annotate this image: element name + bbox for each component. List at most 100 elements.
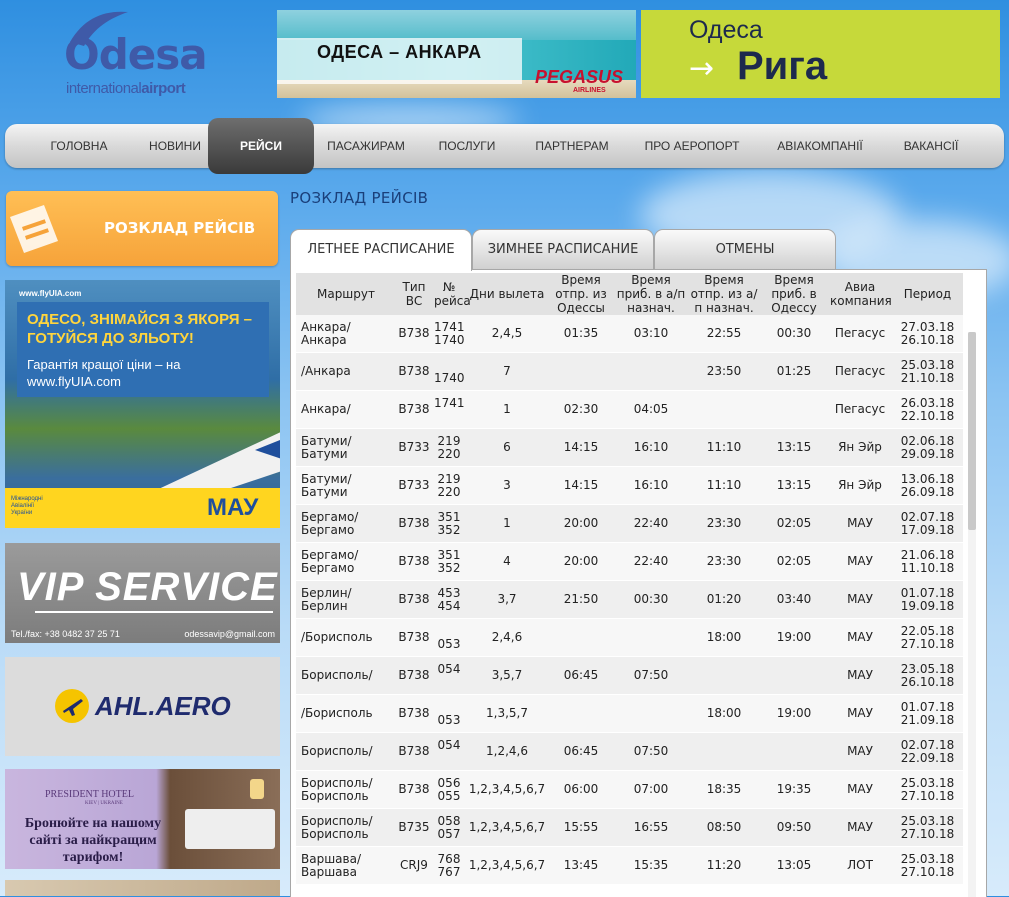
period-cell-line: 23.05.18 <box>900 661 955 676</box>
route-cell: Анкара/ <box>296 390 396 429</box>
dep-dest-cell <box>688 390 760 429</box>
nav-item-partners[interactable]: ПАРТНЕРАМ <box>525 124 619 168</box>
days-cell: 1,2,3,4,5,6,7 <box>466 770 548 809</box>
flight-number-cell-line <box>434 410 464 423</box>
period-cell-line: 13.06.18 <box>900 471 955 486</box>
nav-item-home[interactable]: ГОЛОВНА <box>35 124 123 168</box>
nav-item-vacancies[interactable]: ВАКАНСІЇ <box>889 124 973 168</box>
logo-subtitle: internationalairport <box>66 80 186 97</box>
dep-dest-cell: 11:10 <box>688 428 760 467</box>
flight-number-cell-line: 1741 <box>434 319 465 334</box>
route-cell: /Борисполь <box>296 618 396 657</box>
hotel-name: PRESIDENT HOTEL <box>45 789 134 800</box>
nav-item-airlines[interactable]: АВІАКОМПАНІЇ <box>765 124 875 168</box>
airport-logo[interactable]: Odesa internationalairport <box>64 11 224 102</box>
period-cell-line: 26.10.18 <box>900 674 955 689</box>
arr-dest-cell <box>614 694 688 733</box>
dep-dest-cell: 23:50 <box>688 352 760 391</box>
arr-dest-cell: 16:10 <box>614 428 688 467</box>
schedule-panel: Маршрут Тип ВС № рейса Дни вылета Время отпр… <box>290 269 987 897</box>
dep-dest-cell: 23:30 <box>688 504 760 543</box>
table-row: Варшава/ Варшава CRJ9 768 767 1,2,3,4,5,6,7 1… <box>296 846 963 885</box>
aircraft-cell: B738 <box>396 390 432 429</box>
nav-item-news[interactable]: НОВИНИ <box>133 124 217 168</box>
days-cell: 4 <box>466 542 548 581</box>
arr-dest-cell: 07:50 <box>614 656 688 695</box>
flight-number-cell: 053 <box>432 618 466 657</box>
days-cell: 1 <box>466 504 548 543</box>
dep-odessa-cell: 06:45 <box>548 656 614 695</box>
pegasus-logo-sub: AIRLINES <box>573 87 606 94</box>
flight-number-cell-line: 1741 <box>434 395 465 410</box>
period-cell: 13.06.18 26.09.18 <box>892 466 963 505</box>
period-cell: 25.03.18 27.10.18 <box>892 770 963 809</box>
column-header: Тип ВС <box>396 273 432 315</box>
nav-item-passengers[interactable]: ПАСАЖИРАМ <box>315 124 417 168</box>
ad-uia-textbox: ОДЕСО, ЗНІМАЙСЯ З ЯКОРЯ – ГОТУЙСЯ ДО ЗЛЬ… <box>17 302 269 397</box>
dep-odessa-cell: 02:30 <box>548 390 614 429</box>
main-nav: ГОЛОВНА НОВИНИ РЕЙСИ ПАСАЖИРАМ ПОСЛУГИ П… <box>5 118 1004 174</box>
tab-winter-schedule[interactable]: ЗИМНЕЕ РАСПИСАНИЕ <box>472 229 654 270</box>
table-header-row: Маршрут Тип ВС № рейса Дни вылета Время отпр… <box>296 273 963 315</box>
flight-number-cell-line: 220 <box>437 446 461 461</box>
ad-president-hotel[interactable]: PRESIDENT HOTEL KIEV | UKRAINE Бронюйте … <box>5 769 280 869</box>
nav-item-services[interactable]: ПОСЛУГИ <box>425 124 509 168</box>
ad-banner-partial[interactable] <box>5 880 280 896</box>
aircraft-cell: B738 <box>396 618 432 657</box>
page-title: РОЗКЛАД РЕЙСІВ <box>290 189 429 207</box>
arr-odessa-cell: 02:05 <box>760 542 828 581</box>
aircraft-cell: B738 <box>396 580 432 619</box>
days-cell: 2,4,5 <box>466 315 548 353</box>
vip-divider <box>35 611 273 613</box>
ad-ahl-aero[interactable]: AHL.AERO <box>5 657 280 756</box>
flight-number-cell: 054 <box>432 732 466 771</box>
bed-image <box>185 809 275 849</box>
period-cell: 01.07.18 19.09.18 <box>892 580 963 619</box>
tab-cancellations[interactable]: ОТМЕНЫ <box>654 229 836 270</box>
airline-cell: МАУ <box>828 580 892 619</box>
table-row: Бергамо/ Бергамо B738 351 352 1 20:00 22:40 23:… <box>296 504 963 543</box>
dep-dest-cell: 18:00 <box>688 618 760 657</box>
nav-item-about[interactable]: ПРО АЕРОПОРТ <box>635 124 749 168</box>
aircraft-cell: B733 <box>396 428 432 467</box>
ad-banner-ankara[interactable]: ОДЕСА – АНКАРА PEGASUS AIRLINES <box>277 10 636 98</box>
flight-number-cell: 768 767 <box>432 846 466 885</box>
flight-number-cell: 053 <box>432 694 466 733</box>
ad-vip-service[interactable]: VIP SERVICE Tel./fax: +38 0482 37 25 71 … <box>5 543 280 643</box>
period-cell-line: 01.07.18 <box>900 699 955 714</box>
ad-uia-headline: ОДЕСО, ЗНІМАЙСЯ З ЯКОРЯ – ГОТУЙСЯ ДО ЗЛЬ… <box>27 311 252 347</box>
ad-uia[interactable]: www.flyUIA.com ОДЕСО, ЗНІМАЙСЯ З ЯКОРЯ –… <box>5 280 280 528</box>
aircraft-cell: B738 <box>396 732 432 771</box>
airline-cell: Пегасус <box>828 390 892 429</box>
pegasus-logo: PEGASUS <box>535 67 624 87</box>
route-cell: Борисполь/ <box>296 656 396 695</box>
route-cell: Батуми/Батуми <box>296 428 396 467</box>
tab-summer-schedule[interactable]: ЛЕТНЕЕ РАСПИСАНИЕ <box>290 229 472 271</box>
schedule-sidebar-button[interactable]: РОЗКЛАД РЕЙСІВ <box>6 191 278 266</box>
arr-dest-cell: 04:05 <box>614 390 688 429</box>
nav-item-flights[interactable]: РЕЙСИ <box>208 118 314 174</box>
dep-odessa-cell <box>548 618 614 657</box>
flight-number-cell-line: 054 <box>437 737 461 752</box>
table-row: Борисполь/ Борисполь B735 058 057 1,2,3,4,5,… <box>296 808 963 847</box>
flight-number-cell-line <box>434 752 464 765</box>
period-cell-line: 22.10.18 <box>900 408 955 423</box>
ad-banner-riga[interactable]: Одеса → Рига <box>641 10 1000 98</box>
days-cell: 1 <box>466 390 548 429</box>
column-header: Время отпр. из Одессы <box>548 273 614 315</box>
flight-number-cell: 054 <box>432 656 466 695</box>
table-row: Батуми/Батуми B733 219 220 3 14:15 16:10 11:10 1… <box>296 466 963 505</box>
period-cell: 25.03.18 21.10.18 <box>892 352 963 391</box>
table-scrollbar[interactable] <box>968 332 976 897</box>
scrollbar-thumb[interactable] <box>968 332 976 530</box>
arr-dest-cell: 00:30 <box>614 580 688 619</box>
table-row: Анкара/B738 1741 1 02:30 04:05 Пегасус 26.03.1… <box>296 390 963 429</box>
flight-number-cell: 351 352 <box>432 504 466 543</box>
dep-odessa-cell: 15:55 <box>548 808 614 847</box>
dep-odessa-cell: 06:00 <box>548 770 614 809</box>
arr-dest-cell: 16:10 <box>614 466 688 505</box>
arr-dest-cell: 22:40 <box>614 542 688 581</box>
flight-number-cell-line: 1740 <box>434 332 465 347</box>
aircraft-cell: B738 <box>396 770 432 809</box>
flight-number-cell-line: 053 <box>437 712 461 727</box>
